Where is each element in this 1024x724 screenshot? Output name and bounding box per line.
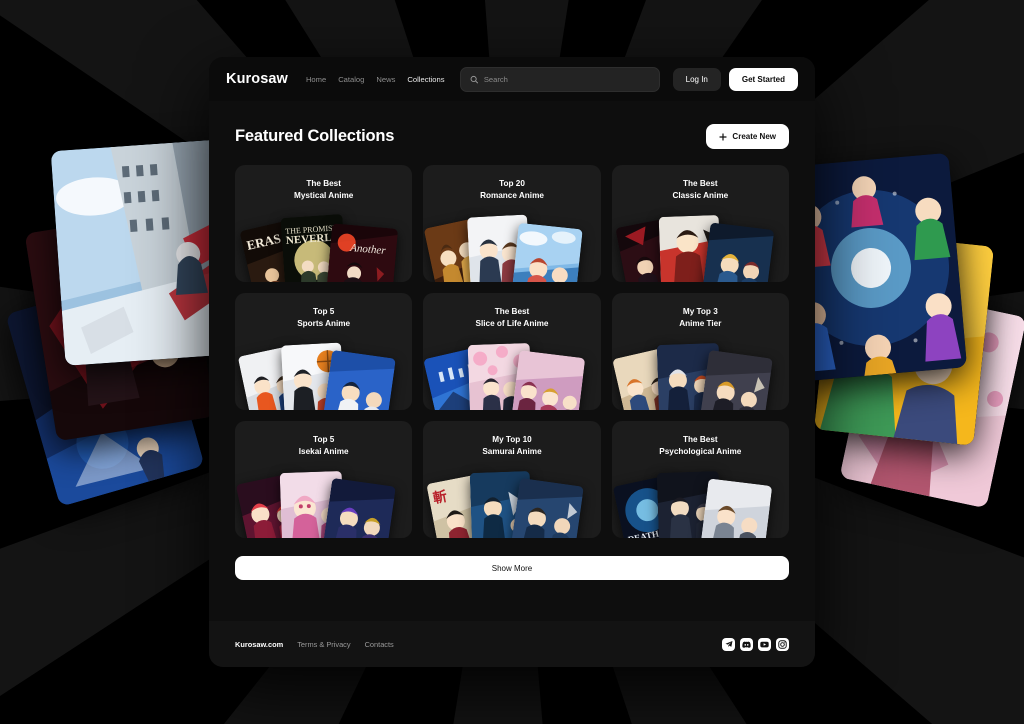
collection-card-artwork: ERAS THE PROMISED NEVERLA Another <box>235 208 412 282</box>
telegram-icon[interactable] <box>722 637 735 651</box>
collection-card-classic-anime[interactable]: The Best Classic Anime <box>611 165 789 282</box>
collection-title-line2: Samurai Anime <box>482 447 542 457</box>
nav-link-home[interactable]: Home <box>306 75 326 84</box>
main-nav: Home Catalog News Collections <box>306 75 445 84</box>
collection-title-line1: Top 20 <box>499 179 525 188</box>
collection-card-samurai-anime[interactable]: My Top 10 Samurai Anime 斬 <box>423 421 601 538</box>
collection-card-anime-tier[interactable]: My Top 3 Anime Tier <box>611 293 789 410</box>
social-links <box>722 637 789 651</box>
collection-card-title: The Best Classic Anime <box>612 165 789 203</box>
collection-card-title: My Top 10 Samurai Anime <box>423 421 600 459</box>
collection-card-title: The Best Psychological Anime <box>612 421 789 459</box>
header-actions: Log In Get Started <box>672 67 798 91</box>
footer-brand-link[interactable]: Kurosaw.com <box>235 640 283 649</box>
collection-card-mystical-anime[interactable]: The Best Mystical Anime ERAS THE PROMISE… <box>235 165 413 282</box>
create-new-button[interactable]: Create New <box>706 124 789 149</box>
collection-title-line2: Slice of Life Anime <box>475 319 549 329</box>
collection-card-title: Top 5 Isekai Anime <box>235 421 412 459</box>
collection-title-line2: Anime Tier <box>679 319 722 329</box>
site-header: Kurosaw Home Catalog News Collections Lo… <box>209 57 815 101</box>
collection-title-line2: Classic Anime <box>672 191 729 201</box>
get-started-button[interactable]: Get Started <box>728 67 798 91</box>
youtube-icon[interactable] <box>758 637 771 651</box>
footer-link-terms[interactable]: Terms & Privacy <box>297 640 350 649</box>
collection-card-title: Top 5 Sports Anime <box>235 293 412 331</box>
site-footer: Kurosaw.com Terms & Privacy Contacts <box>209 621 815 667</box>
collection-title-line1: My Top 10 <box>492 435 532 444</box>
section-header: Featured Collections Create New <box>235 124 789 149</box>
search-box[interactable] <box>459 66 660 92</box>
discord-icon[interactable] <box>740 637 753 651</box>
collection-title-line1: The Best <box>683 179 718 188</box>
collection-title-line2: Psychological Anime <box>659 447 742 457</box>
footer-link-contacts[interactable]: Contacts <box>365 640 394 649</box>
collection-title-line2: Mystical Anime <box>294 191 354 201</box>
create-new-label: Create New <box>732 132 776 141</box>
collection-card-artwork <box>611 336 789 410</box>
footer-links: Kurosaw.com Terms & Privacy Contacts <box>235 640 394 649</box>
collection-card-slice-of-life-anime[interactable]: The Best Slice of Life Anime <box>423 293 601 410</box>
collection-card-sports-anime[interactable]: Top 5 Sports Anime <box>235 293 413 410</box>
show-more-button[interactable]: Show More <box>235 556 789 580</box>
nav-link-news[interactable]: News <box>376 75 395 84</box>
content-area: Featured Collections Create New The Best… <box>209 101 815 580</box>
login-button[interactable]: Log In <box>672 67 721 91</box>
instagram-icon[interactable] <box>776 637 789 651</box>
nav-link-catalog[interactable]: Catalog <box>338 75 364 84</box>
collection-card-isekai-anime[interactable]: Top 5 Isekai Anime <box>235 421 413 538</box>
collection-card-title: My Top 3 Anime Tier <box>612 293 789 331</box>
plus-icon <box>719 132 728 141</box>
collection-title-line1: The Best <box>494 307 530 316</box>
page-title: Featured Collections <box>235 127 395 145</box>
collection-card-artwork <box>423 336 600 410</box>
collection-card-artwork <box>235 336 412 410</box>
collection-card-psychological-anime[interactable]: The Best Psychological Anime DEATH <box>611 421 789 538</box>
collection-title-line2: Romance Anime <box>480 191 544 201</box>
collection-title-line1: Top 5 <box>313 435 335 444</box>
collection-card-title: The Best Slice of Life Anime <box>423 293 600 331</box>
collection-title-line2: Sports Anime <box>297 319 351 329</box>
search-icon <box>470 75 478 83</box>
collection-card-romance-anime[interactable]: Top 20 Romance Anime <box>423 165 601 282</box>
nav-link-collections[interactable]: Collections <box>407 75 444 84</box>
collection-card-artwork <box>235 464 412 538</box>
collection-title-line1: My Top 3 <box>682 307 718 316</box>
collection-card-title: Top 20 Romance Anime <box>423 165 600 203</box>
collection-title-line2: Isekai Anime <box>298 447 349 457</box>
collection-card-artwork <box>612 208 789 282</box>
collection-card-artwork: 斬 <box>423 464 600 538</box>
app-window: Kurosaw Home Catalog News Collections Lo… <box>209 57 815 667</box>
collection-title-line1: The Best <box>306 179 341 188</box>
search-input[interactable] <box>483 74 650 84</box>
brand-logo[interactable]: Kurosaw <box>226 71 288 87</box>
collection-card-artwork <box>423 208 600 282</box>
collection-title-line1: The Best <box>683 435 718 444</box>
collection-card-title: The Best Mystical Anime <box>235 165 412 203</box>
collections-grid: The Best Mystical Anime ERAS THE PROMISE… <box>235 165 789 538</box>
collection-card-artwork: DEATH <box>612 464 789 538</box>
collection-title-line1: Top 5 <box>313 307 335 316</box>
